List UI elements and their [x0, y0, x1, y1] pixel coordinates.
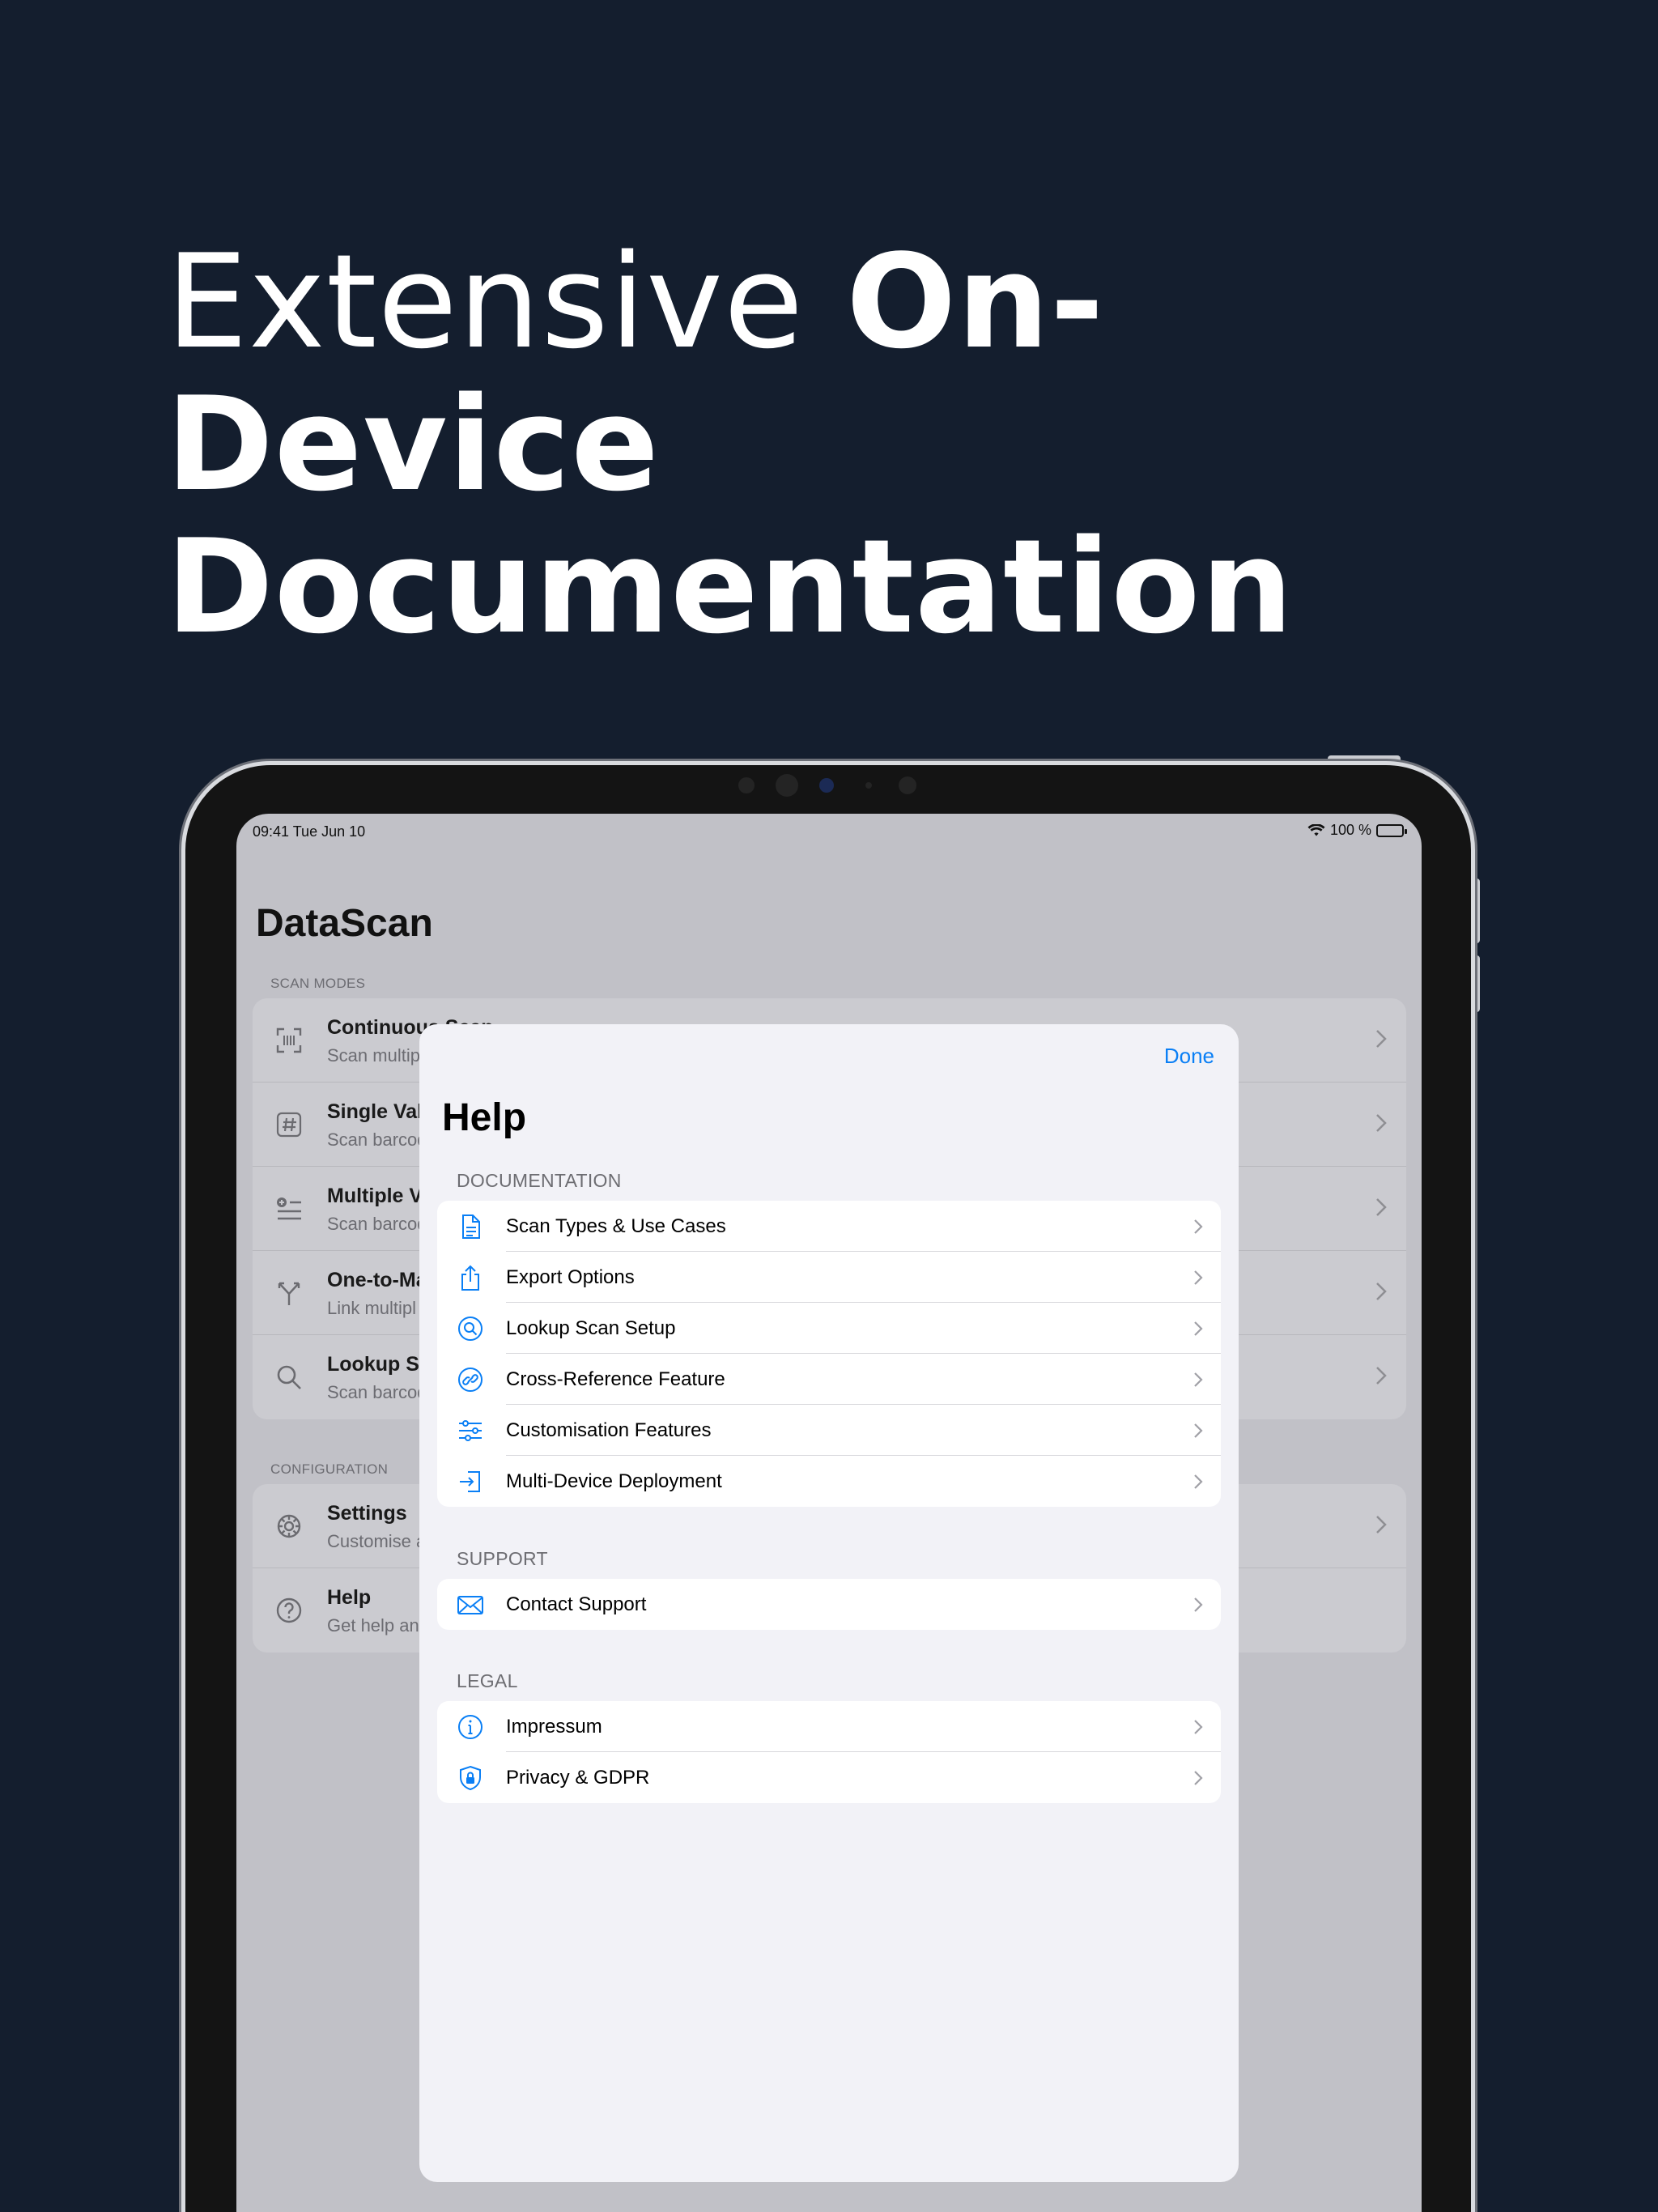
app-title: DataScan: [256, 902, 433, 945]
gear-icon: [277, 1514, 301, 1538]
hash-icon: [276, 1112, 302, 1138]
branch-icon: [278, 1282, 300, 1305]
done-button[interactable]: Done: [1164, 1044, 1214, 1069]
status-time-date: 09:41 Tue Jun 10: [253, 823, 365, 840]
legal-item-label: Privacy & GDPR: [506, 1767, 650, 1789]
scan-mode-subtitle: Link multipl: [327, 1298, 417, 1318]
chevron-right-icon: [1376, 1030, 1387, 1048]
battery-icon: [1376, 823, 1407, 837]
search-icon: [277, 1365, 301, 1389]
status-date: Tue Jun 10: [292, 823, 366, 840]
marketing-headline: Extensive On-Device Documentation: [166, 231, 1542, 658]
support-item-contact[interactable]: Contact Support: [437, 1579, 1221, 1630]
scan-mode-subtitle: Scan barcod: [327, 1382, 427, 1402]
doc-item-label: Multi-Device Deployment: [506, 1470, 722, 1492]
doc-item-scan-types[interactable]: Scan Types & Use Cases: [437, 1201, 1221, 1252]
chevron-right-icon: [1376, 1114, 1387, 1132]
chevron-right-icon: [1376, 1283, 1387, 1300]
config-subtitle: Customise a: [327, 1531, 427, 1551]
headline-word-documentation: Documentation: [166, 511, 1295, 662]
camera-lens-icon: [776, 774, 798, 797]
scan-mode-title: One-to-Ma: [327, 1269, 427, 1291]
doc-item-label: Scan Types & Use Cases: [506, 1215, 726, 1237]
envelope-icon: [457, 1596, 483, 1614]
legal-header: LEGAL: [457, 1670, 518, 1691]
chevron-right-icon: [1194, 1219, 1203, 1234]
chevron-right-icon: [1376, 1198, 1387, 1216]
legal-item-impressum[interactable]: Impressum: [437, 1701, 1221, 1752]
status-time: 09:41: [253, 823, 290, 840]
list-add-icon: [277, 1197, 301, 1220]
wifi-icon: [1307, 823, 1325, 836]
documentation-list: Scan Types & Use Cases Export Options Lo…: [437, 1201, 1221, 1507]
doc-item-label: Export Options: [506, 1266, 635, 1288]
chevron-right-icon: [1194, 1597, 1203, 1612]
doc-item-multi-device[interactable]: Multi-Device Deployment: [437, 1456, 1221, 1507]
scan-mode-title: Multiple Va: [327, 1185, 433, 1207]
configuration-header: CONFIGURATION: [270, 1461, 389, 1477]
camera-small-sensor: [865, 782, 872, 789]
doc-item-lookup-setup[interactable]: Lookup Scan Setup: [437, 1303, 1221, 1354]
doc-item-export-options[interactable]: Export Options: [437, 1252, 1221, 1303]
question-icon: [276, 1597, 302, 1623]
chevron-right-icon: [1194, 1720, 1203, 1734]
scan-mode-subtitle: Scan barcod: [327, 1129, 427, 1150]
chevron-right-icon: [1376, 1367, 1387, 1385]
document-icon: [462, 1214, 480, 1239]
chevron-right-icon: [1194, 1321, 1203, 1336]
search-circle-icon: [458, 1317, 483, 1341]
camera-flood-sensor: [899, 776, 916, 794]
scan-modes-header: SCAN MODES: [270, 976, 366, 991]
scan-mode-title: Lookup Sc: [327, 1353, 431, 1376]
documentation-header: DOCUMENTATION: [457, 1170, 622, 1191]
support-list: Contact Support: [437, 1579, 1221, 1630]
legal-item-label: Impressum: [506, 1716, 602, 1738]
config-title: Settings: [327, 1502, 407, 1525]
chevron-right-icon: [1376, 1516, 1387, 1534]
config-subtitle: Get help an: [327, 1615, 419, 1636]
info-icon: [458, 1715, 483, 1739]
doc-item-customisation[interactable]: Customisation Features: [437, 1405, 1221, 1456]
chevron-right-icon: [1194, 1771, 1203, 1785]
config-title: Help: [327, 1586, 372, 1609]
legal-item-privacy[interactable]: Privacy & GDPR: [437, 1752, 1221, 1803]
legal-list: Impressum Privacy & GDPR: [437, 1701, 1221, 1803]
share-icon: [461, 1265, 479, 1291]
sliders-icon: [459, 1420, 482, 1441]
doc-item-label: Cross-Reference Feature: [506, 1368, 725, 1390]
scan-mode-subtitle: Scan multip: [327, 1045, 420, 1066]
chevron-right-icon: [1194, 1423, 1203, 1438]
status-right-group: 100 %: [1307, 822, 1407, 839]
help-title: Help: [442, 1096, 527, 1139]
viewfinder-icon: [276, 1027, 302, 1053]
chevron-right-icon: [1194, 1474, 1203, 1489]
doc-item-label: Customisation Features: [506, 1419, 712, 1441]
shield-lock-icon: [460, 1765, 481, 1791]
support-header: SUPPORT: [457, 1548, 548, 1569]
status-bar: 09:41 Tue Jun 10 100 %: [236, 814, 1422, 846]
chevron-right-icon: [1194, 1372, 1203, 1387]
link-icon: [458, 1368, 483, 1392]
scan-mode-subtitle: Scan barcod: [327, 1214, 427, 1234]
headline-word-extensive: Extensive: [166, 226, 805, 377]
import-icon: [460, 1471, 480, 1492]
doc-item-cross-reference[interactable]: Cross-Reference Feature: [437, 1354, 1221, 1405]
doc-item-label: Lookup Scan Setup: [506, 1317, 676, 1339]
camera-sensor: [738, 777, 755, 793]
chevron-right-icon: [1194, 1270, 1203, 1285]
help-sheet: Done Help DOCUMENTATION Scan Types & Use…: [419, 1024, 1239, 2182]
support-item-label: Contact Support: [506, 1593, 647, 1615]
battery-percent: 100 %: [1329, 822, 1371, 838]
camera-dot: [819, 778, 834, 793]
